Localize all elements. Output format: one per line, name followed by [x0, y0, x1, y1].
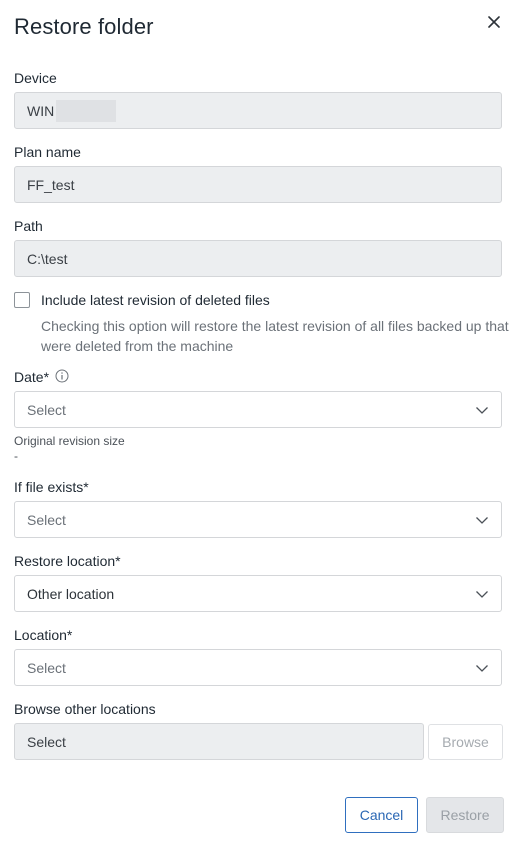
original-revision-size-value: - [14, 449, 18, 463]
path-field: C:\test [14, 240, 502, 277]
device-field: WIN [14, 92, 502, 129]
include-deleted-checkbox[interactable] [14, 292, 30, 308]
location-label: Location* [14, 627, 73, 643]
date-label: Date* [14, 369, 50, 385]
browse-button[interactable]: Browse [428, 724, 503, 760]
plan-name-field: FF_test [14, 166, 502, 203]
restore-folder-dialog: Restore folder Device WIN Plan name FF_t… [0, 0, 521, 845]
chevron-down-icon [476, 664, 488, 672]
if-file-exists-value: Select [27, 511, 66, 528]
device-label: Device [14, 70, 57, 86]
browse-location-field: Select [14, 723, 424, 760]
browse-other-locations-label: Browse other locations [14, 701, 156, 717]
restore-button[interactable]: Restore [426, 797, 504, 833]
browse-location-value: Select [27, 733, 66, 750]
chevron-down-icon [476, 406, 488, 414]
if-file-exists-label: If file exists* [14, 479, 89, 495]
path-label: Path [14, 218, 43, 234]
date-select[interactable]: Select [14, 391, 502, 428]
restore-location-value: Other location [27, 585, 115, 602]
if-file-exists-select[interactable]: Select [14, 501, 502, 538]
close-button[interactable] [484, 12, 504, 32]
path-value: C:\test [27, 250, 68, 267]
date-select-value: Select [27, 401, 66, 418]
include-deleted-label[interactable]: Include latest revision of deleted files [41, 292, 270, 308]
dialog-title: Restore folder [14, 14, 154, 39]
restore-location-select[interactable]: Other location [14, 575, 502, 612]
close-icon [488, 16, 500, 28]
info-icon[interactable] [55, 369, 69, 383]
location-value: Select [27, 659, 66, 676]
original-revision-size-label: Original revision size [14, 434, 125, 448]
include-deleted-help: Checking this option will restore the la… [41, 318, 509, 354]
redacted-block [56, 99, 117, 122]
location-select[interactable]: Select [14, 649, 502, 686]
plan-name-value: FF_test [27, 176, 75, 193]
plan-name-label: Plan name [14, 144, 81, 160]
cancel-button[interactable]: Cancel [345, 797, 418, 833]
chevron-down-icon [476, 590, 488, 598]
chevron-down-icon [476, 516, 488, 524]
device-value: WIN [27, 102, 55, 119]
restore-location-label: Restore location* [14, 553, 121, 569]
